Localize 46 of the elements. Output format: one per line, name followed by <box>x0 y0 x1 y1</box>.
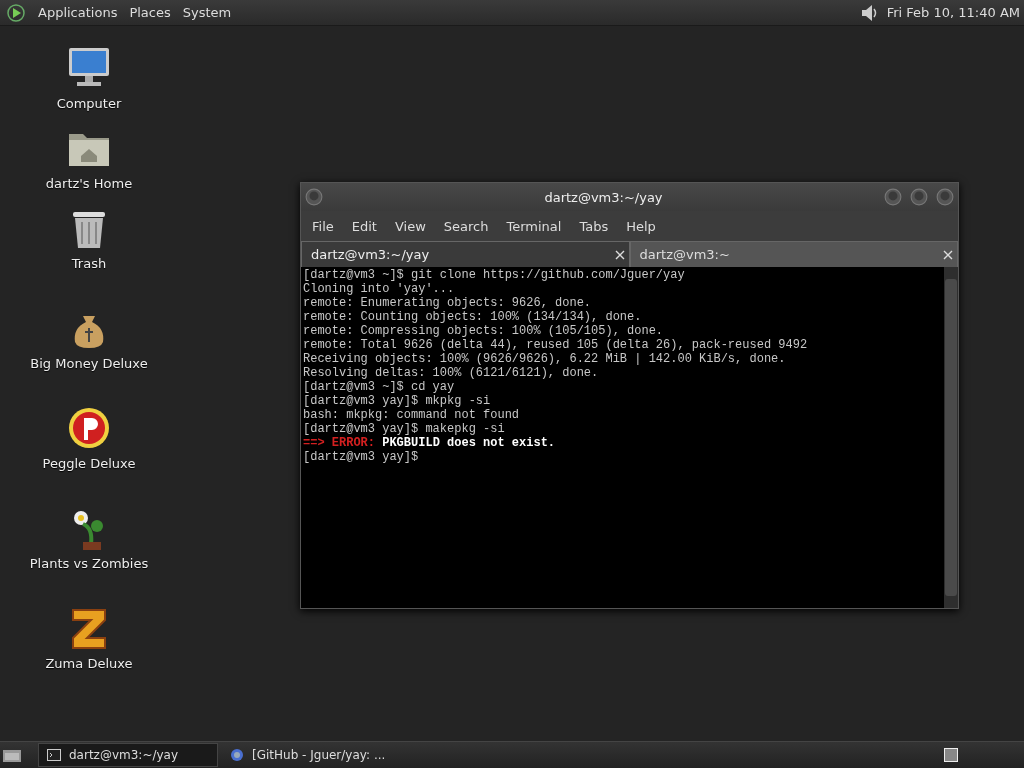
menu-item[interactable]: Search <box>434 218 498 234</box>
menu-item[interactable]: Help <box>617 218 665 234</box>
window-title: dartz@vm3:~/yay <box>543 189 664 205</box>
menu-item[interactable]: Terminal <box>497 218 571 234</box>
terminal-line: [dartz@vm3 ~]$ cd yay <box>303 380 456 394</box>
panel-menu[interactable]: System <box>182 5 232 20</box>
terminal-line: remote: Counting objects: 100% (134/134), done. <box>303 310 643 324</box>
workspace-switcher[interactable] <box>944 748 958 762</box>
terminal-line: Resolving deltas: 100% (6121/6121), done. <box>303 366 600 380</box>
terminal-line: Receiving objects: 100% (9626/9626), 6.22 MiB | 142.00 KiB/s, done. <box>303 352 787 366</box>
show-desktop-icon <box>2 747 22 763</box>
close-icon <box>614 249 625 260</box>
taskbar-button[interactable]: dartz@vm3:~/yay <box>38 743 218 767</box>
taskbar-button[interactable]: [GitHub - Jguer/yay: ... <box>222 744 400 766</box>
globe-icon <box>230 748 244 762</box>
terminal-tab[interactable]: dartz@vm3:~ <box>629 241 958 267</box>
terminal-line: remote: Compressing objects: 100% (105/105), done. <box>303 324 665 338</box>
panel-menu[interactable]: Places <box>129 5 171 20</box>
terminal-line: remote: Enumerating objects: 9626, done. <box>303 296 593 310</box>
menu-item[interactable]: Edit <box>342 218 386 234</box>
menu-item[interactable]: File <box>303 218 343 234</box>
menu-item[interactable]: Tabs <box>570 218 618 234</box>
terminal-line: [dartz@vm3 yay]$ <box>303 450 420 464</box>
desktop-icon-label[interactable]: Trash <box>71 256 107 271</box>
terminal-icon <box>47 748 61 762</box>
desktop-icon-label[interactable]: Plants vs Zombies <box>29 556 149 571</box>
desktop-icon-label[interactable]: Zuma Deluxe <box>45 656 133 671</box>
clock[interactable]: Fri Feb 10, 11:40 AM <box>886 5 1020 20</box>
terminal-line: remote: Total 9626 (delta 44), reused 105 (delta 26), pack-reused 9492 <box>303 338 809 352</box>
desktop-icon-label[interactable]: Computer <box>56 96 122 111</box>
distro-logo-icon <box>6 2 26 23</box>
scrollbar-thumb[interactable] <box>945 279 957 596</box>
menu-item[interactable]: View <box>385 218 435 234</box>
terminal-line: Cloning into 'yay'... <box>303 282 456 296</box>
terminal-line: [dartz@vm3 yay]$ mkpkg -si <box>303 394 492 408</box>
desktop-icon-label[interactable]: Big Money Deluxe <box>30 356 148 371</box>
terminal-line: ==> ERROR: PKGBUILD does not exist. <box>303 436 557 450</box>
terminal-line: bash: mkpkg: command not found <box>303 408 521 422</box>
close-icon <box>943 249 953 260</box>
terminal-tab[interactable]: dartz@vm3:~/yay <box>301 241 630 267</box>
panel-menu[interactable]: Applications <box>38 5 118 20</box>
terminal-line: [dartz@vm3 ~]$ git clone https://github.com/Jguer/yay <box>303 268 686 282</box>
terminal-line: [dartz@vm3 yay]$ makepkg -si <box>303 422 506 436</box>
desktop-icon-label[interactable]: Peggle Deluxe <box>42 456 136 471</box>
desktop-icon-label[interactable]: dartz's Home <box>45 176 133 191</box>
scrollbar[interactable] <box>944 267 958 608</box>
